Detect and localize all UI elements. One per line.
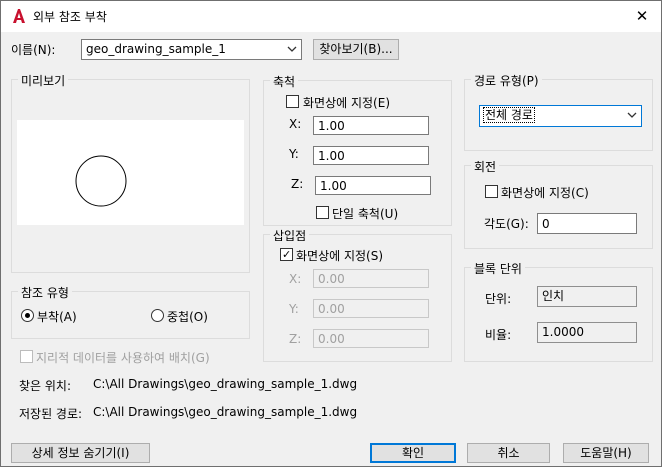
cancel-button[interactable]: 취소 xyxy=(467,443,550,463)
scale-z-field[interactable]: 1.00 xyxy=(315,176,431,195)
chevron-down-icon xyxy=(287,46,297,52)
title-bar: 외부 참조 부착 ✕ xyxy=(1,1,661,32)
preview-canvas xyxy=(17,120,244,225)
insertion-x-field[interactable]: 0.00 xyxy=(313,269,429,288)
uniform-scale-checkbox[interactable] xyxy=(316,206,329,219)
angle-label: 각도(G): xyxy=(484,217,529,231)
overlay-label: 중첩(O) xyxy=(167,310,208,324)
insertion-z-field[interactable]: 0.00 xyxy=(313,329,429,348)
scale-specify-checkbox[interactable] xyxy=(286,95,299,108)
block-unit-title: 블록 단위 xyxy=(471,260,525,277)
rotation-specify-checkbox[interactable] xyxy=(485,185,498,198)
rotation-group: 회전 xyxy=(464,158,653,249)
overlay-radio[interactable] xyxy=(151,309,164,322)
rotation-title: 회전 xyxy=(471,158,500,175)
insertion-title: 삽입점 xyxy=(270,227,310,244)
dialog-title: 외부 참조 부착 xyxy=(33,10,107,24)
attachment-radio[interactable] xyxy=(21,309,34,322)
insertion-y-field[interactable]: 0.00 xyxy=(313,299,429,318)
ok-button[interactable]: 확인 xyxy=(370,443,456,463)
geo-label: 지리적 데이터를 사용하여 배치(G) xyxy=(36,351,210,365)
insertion-specify-checkbox[interactable]: ✓ xyxy=(280,248,293,261)
name-value: geo_drawing_sample_1 xyxy=(86,42,226,56)
scale-x-field[interactable]: 1.00 xyxy=(313,116,429,135)
attachment-label: 부착(A) xyxy=(37,310,77,324)
found-in-value: C:\All Drawings\geo_drawing_sample_1.dwg xyxy=(93,377,358,391)
scale-x-label: X: xyxy=(289,117,302,131)
preview-drawing xyxy=(75,155,127,207)
path-type-dropdown[interactable]: 전체 경로 xyxy=(479,105,642,127)
preview-group: 미리보기 xyxy=(11,72,250,273)
preview-title: 미리보기 xyxy=(18,72,69,89)
scale-z-label: Z: xyxy=(291,177,304,191)
saved-path-value: C:\All Drawings\geo_drawing_sample_1.dwg xyxy=(93,405,358,419)
browse-button[interactable]: 찾아보기(B)... xyxy=(313,39,399,60)
hide-details-button[interactable]: 상세 정보 숨기기(I) xyxy=(11,443,150,463)
scale-y-field[interactable]: 1.00 xyxy=(313,146,429,165)
insertion-x-label: X: xyxy=(289,272,302,286)
chevron-down-icon xyxy=(627,112,637,118)
close-icon[interactable]: ✕ xyxy=(629,4,655,28)
insertion-y-label: Y: xyxy=(289,302,299,316)
unit-label: 단위: xyxy=(485,292,512,306)
path-type-title: 경로 유형(P) xyxy=(471,72,542,89)
scale-specify-label: 화면상에 지정(E) xyxy=(303,96,391,110)
scale-y-label: Y: xyxy=(289,147,299,161)
geo-checkbox[interactable] xyxy=(20,350,33,363)
insertion-z-label: Z: xyxy=(289,332,302,346)
scale-title: 축척 xyxy=(270,73,299,90)
help-button[interactable]: 도움말(H) xyxy=(563,443,649,463)
saved-path-label: 저장된 경로: xyxy=(19,407,83,421)
found-in-label: 찾은 위치: xyxy=(19,379,72,393)
insertion-specify-label: 화면상에 지정(S) xyxy=(296,249,384,263)
attach-xref-dialog: 외부 참조 부착 ✕ 이름(N): geo_drawing_sample_1 찾… xyxy=(0,0,662,467)
factor-label: 비율: xyxy=(485,328,512,342)
block-unit-group: 블록 단위 xyxy=(464,260,653,362)
uniform-scale-label: 단일 축척(U) xyxy=(332,207,399,221)
path-type-value: 전체 경로 xyxy=(483,107,535,123)
name-label: 이름(N): xyxy=(11,43,56,57)
angle-field[interactable]: 0 xyxy=(537,213,637,234)
radio-selected-dot xyxy=(25,313,30,318)
autocad-logo-icon xyxy=(13,9,25,23)
checkmark-icon: ✓ xyxy=(282,248,292,261)
factor-value: 1.0000 xyxy=(537,322,637,343)
rotation-specify-label: 화면상에 지정(C) xyxy=(501,186,589,200)
name-dropdown[interactable]: geo_drawing_sample_1 xyxy=(81,39,302,60)
unit-value: 인치 xyxy=(537,286,637,307)
reference-type-title: 참조 유형 xyxy=(18,284,72,301)
